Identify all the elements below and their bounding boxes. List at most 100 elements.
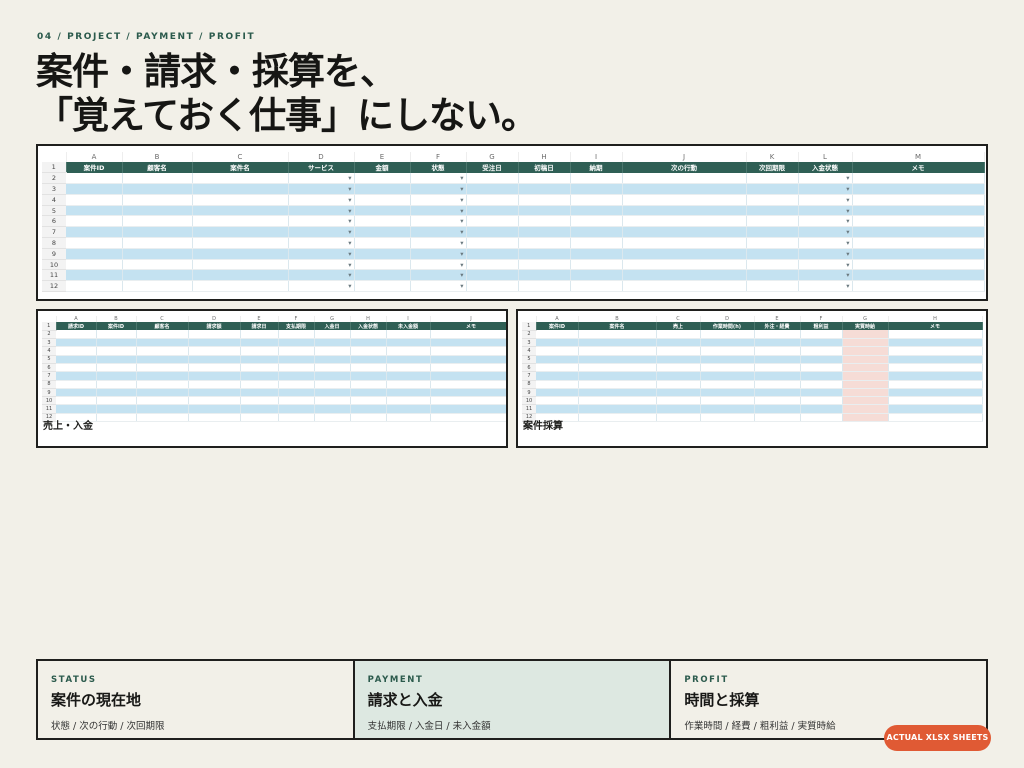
table-cell[interactable] (518, 280, 571, 293)
table-cell[interactable] (842, 371, 889, 381)
column-header[interactable]: 案件名 (578, 322, 657, 331)
dropdown-cell[interactable]: ▾ (798, 248, 853, 260)
table-cell[interactable] (570, 172, 623, 185)
column-letter[interactable]: H (518, 152, 571, 162)
table-cell[interactable] (754, 330, 801, 340)
table-cell[interactable] (466, 205, 519, 217)
column-header[interactable]: メモ (888, 322, 983, 331)
table-cell[interactable] (852, 215, 985, 228)
column-header[interactable]: 売上 (656, 322, 701, 331)
table-cell[interactable] (136, 355, 189, 365)
table-cell[interactable] (188, 346, 241, 356)
table-cell[interactable] (466, 248, 519, 260)
table-cell[interactable] (96, 380, 137, 389)
table-cell[interactable] (466, 237, 519, 249)
column-header[interactable]: 入金状態 (350, 322, 387, 331)
table-cell[interactable] (188, 396, 241, 406)
dropdown-cell[interactable]: ▾ (410, 172, 467, 185)
table-cell[interactable] (278, 330, 315, 340)
table-cell[interactable] (240, 355, 279, 365)
table-cell[interactable] (536, 388, 579, 398)
table-cell[interactable] (136, 380, 189, 389)
column-header[interactable]: メモ (852, 162, 985, 173)
table-cell[interactable] (386, 396, 431, 406)
dropdown-cell[interactable]: ▾ (288, 172, 355, 185)
table-cell[interactable] (842, 330, 889, 340)
column-header[interactable]: 案件ID (536, 322, 579, 331)
row-number[interactable]: 10 (522, 396, 536, 406)
table-cell[interactable] (350, 355, 387, 365)
dropdown-cell[interactable]: ▾ (410, 280, 467, 293)
table-cell[interactable] (842, 355, 889, 365)
row-number[interactable]: 10 (42, 396, 56, 406)
table-cell[interactable] (518, 259, 571, 271)
table-cell[interactable] (622, 183, 747, 195)
column-header[interactable]: 請求日 (240, 322, 279, 331)
table-cell[interactable] (240, 338, 279, 348)
table-cell[interactable] (96, 355, 137, 365)
table-cell[interactable] (746, 215, 799, 228)
table-cell[interactable] (746, 205, 799, 217)
table-cell[interactable] (430, 388, 506, 398)
column-header[interactable]: 金額 (354, 162, 411, 173)
table-cell[interactable] (888, 355, 983, 365)
table-cell[interactable] (746, 172, 799, 185)
table-cell[interactable] (56, 346, 97, 356)
table-cell[interactable] (852, 269, 985, 282)
table-cell[interactable] (386, 330, 431, 340)
column-header[interactable]: 初稿日 (518, 162, 571, 173)
table-cell[interactable] (622, 172, 747, 185)
table-cell[interactable] (66, 172, 123, 185)
table-cell[interactable] (386, 363, 431, 373)
table-cell[interactable] (570, 237, 623, 249)
column-letter[interactable]: K (746, 152, 799, 162)
table-cell[interactable] (66, 259, 123, 271)
table-cell[interactable] (888, 330, 983, 340)
table-cell[interactable] (622, 237, 747, 249)
table-cell[interactable] (656, 363, 701, 373)
table-cell[interactable] (192, 237, 289, 249)
table-cell[interactable] (240, 330, 279, 340)
table-cell[interactable] (350, 371, 387, 381)
column-header[interactable]: 外注・経費 (754, 322, 801, 331)
table-cell[interactable] (56, 396, 97, 406)
table-cell[interactable] (842, 388, 889, 398)
table-cell[interactable] (386, 388, 431, 398)
dropdown-cell[interactable]: ▾ (798, 280, 853, 293)
table-cell[interactable] (888, 338, 983, 348)
table-cell[interactable] (354, 194, 411, 206)
table-cell[interactable] (314, 355, 351, 365)
row-number[interactable]: 6 (42, 363, 56, 373)
table-cell[interactable] (700, 413, 755, 423)
table-cell[interactable] (578, 338, 657, 348)
table-cell[interactable] (96, 371, 137, 381)
dropdown-cell[interactable]: ▾ (798, 183, 853, 195)
table-cell[interactable] (192, 183, 289, 195)
table-cell[interactable] (240, 380, 279, 389)
table-cell[interactable] (56, 371, 97, 381)
table-cell[interactable] (136, 346, 189, 356)
table-cell[interactable] (536, 363, 579, 373)
table-cell[interactable] (278, 363, 315, 373)
dropdown-cell[interactable]: ▾ (410, 248, 467, 260)
table-cell[interactable] (430, 363, 506, 373)
table-cell[interactable] (800, 396, 843, 406)
table-cell[interactable] (800, 363, 843, 373)
table-cell[interactable] (386, 404, 431, 414)
table-cell[interactable] (430, 396, 506, 406)
dropdown-cell[interactable]: ▾ (288, 215, 355, 228)
table-cell[interactable] (518, 226, 571, 239)
table-cell[interactable] (314, 330, 351, 340)
table-cell[interactable] (578, 355, 657, 365)
row-number[interactable]: 1 (522, 322, 537, 331)
table-cell[interactable] (570, 269, 623, 282)
table-cell[interactable] (746, 226, 799, 239)
column-header[interactable]: 入金日 (314, 322, 351, 331)
table-cell[interactable] (746, 280, 799, 293)
row-number[interactable]: 7 (42, 371, 56, 381)
table-cell[interactable] (192, 248, 289, 260)
dropdown-cell[interactable]: ▾ (410, 269, 467, 282)
table-cell[interactable] (314, 380, 351, 389)
column-header[interactable]: 案件ID (66, 162, 123, 173)
table-cell[interactable] (122, 183, 193, 195)
